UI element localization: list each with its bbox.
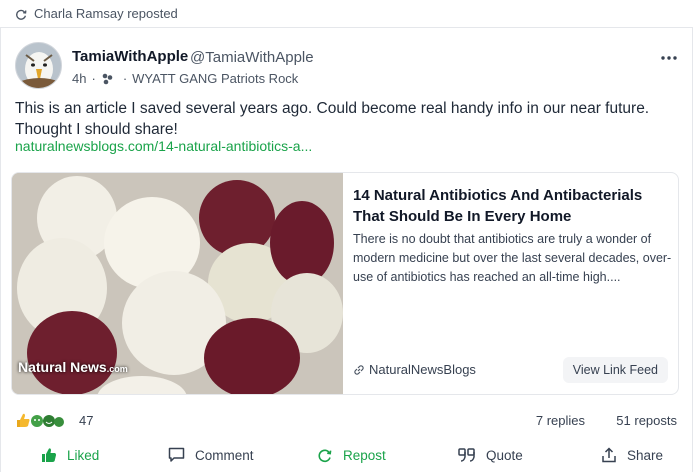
repost-icon [16, 9, 27, 20]
author-handle[interactable]: @TamiaWithApple [190, 49, 314, 66]
post-stats: 47 7 replies 51 reposts [15, 411, 683, 431]
meta-separator: · [91, 71, 96, 86]
meta-separator-2: · [122, 71, 128, 86]
view-link-feed-button[interactable]: View Link Feed [562, 357, 668, 383]
repost-button[interactable]: Repost [317, 440, 386, 470]
like-button[interactable]: Liked [41, 440, 99, 470]
quote-button[interactable]: Quote [458, 440, 523, 470]
repost-label: Repost [343, 447, 386, 463]
reaction-emojis-icon [17, 413, 64, 427]
repost-banner[interactable]: Charla Ramsay reposted [0, 0, 693, 28]
group-icon [102, 73, 113, 85]
comment-icon [168, 447, 185, 462]
link-preview-source: NaturalNewsBlogs [353, 362, 476, 377]
post-text: This is an article I saved several years… [15, 100, 650, 138]
link-source-name: NaturalNewsBlogs [369, 362, 476, 377]
link-preview-title[interactable]: 14 Natural Antibiotics And Antibacterial… [353, 185, 673, 227]
replies-count[interactable]: 7 replies [536, 413, 585, 428]
post-meta: 4h · · WYATT GANG Patriots Rock [72, 71, 298, 86]
more-dots-icon [661, 56, 677, 60]
comment-button[interactable]: Comment [168, 440, 254, 470]
post-actions: Liked Comment Repost Quote Share [1, 440, 693, 470]
thumbs-up-icon [42, 448, 57, 462]
author-name[interactable]: TamiaWithApple [72, 48, 188, 65]
eagle-avatar-icon [16, 43, 61, 88]
avatar[interactable] [15, 42, 62, 89]
reactions-summary[interactable]: 47 [15, 411, 93, 429]
image-watermark: Natural News.com [18, 359, 128, 375]
post-card: TamiaWithApple @TamiaWithApple 4h · · WY… [0, 28, 693, 472]
more-options-button[interactable] [657, 48, 681, 68]
post-time: 4h [72, 71, 87, 86]
share-button[interactable]: Share [601, 440, 663, 470]
repost-action-icon [318, 449, 332, 463]
post-link[interactable]: naturalnewsblogs.com/14-natural-antibiot… [15, 138, 312, 154]
link-preview-card[interactable]: Natural News.com 14 Natural Antibiotics … [11, 172, 679, 395]
share-icon [602, 447, 616, 463]
quote-label: Quote [486, 447, 523, 463]
comment-label: Comment [195, 447, 254, 463]
link-preview-description: There is no doubt that antibiotics are t… [353, 232, 672, 284]
share-label: Share [627, 447, 664, 463]
reactions-count: 47 [79, 412, 94, 428]
link-icon [354, 364, 364, 375]
like-label: Liked [67, 447, 100, 463]
link-preview-body: 14 Natural Antibiotics And Antibacterial… [343, 173, 678, 394]
group-name[interactable]: WYATT GANG Patriots Rock [132, 71, 298, 86]
quote-icon [458, 448, 475, 462]
link-preview-image[interactable]: Natural News.com [12, 173, 343, 394]
post-header: TamiaWithApple @TamiaWithApple 4h · · WY… [15, 42, 685, 90]
repost-banner-text: Charla Ramsay reposted [34, 6, 178, 21]
reposts-count[interactable]: 51 reposts [616, 413, 677, 428]
